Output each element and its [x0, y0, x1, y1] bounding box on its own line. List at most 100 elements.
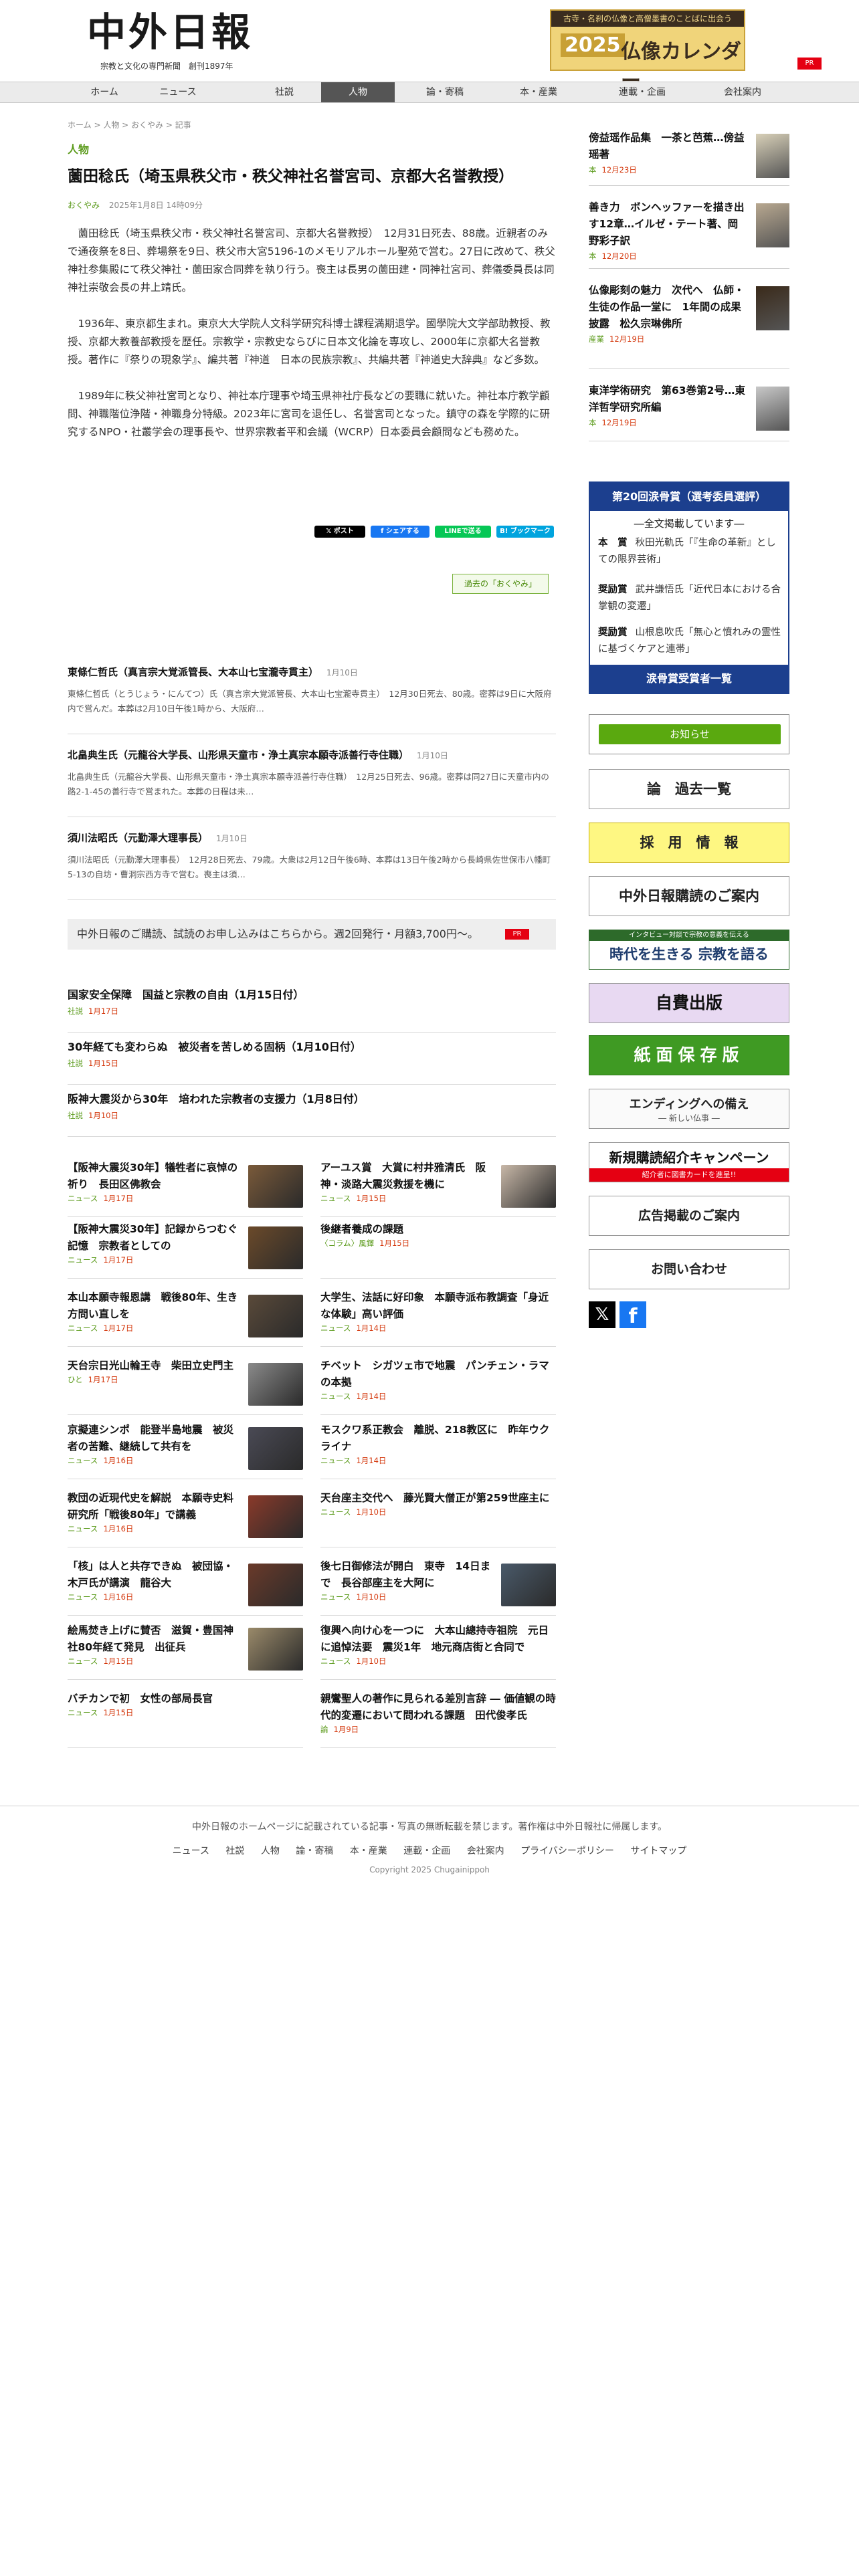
- footer-link[interactable]: 人物: [261, 1846, 280, 1856]
- news-grid-item[interactable]: 後継者養成の課題 〈コラム〉風鐸 1月15日: [320, 1221, 556, 1279]
- news-title[interactable]: 大学生、法話に好印象 本願寺派布教調査「身近な体験」高い評価: [320, 1289, 556, 1323]
- article-category[interactable]: おくやみ: [68, 201, 100, 210]
- news-title[interactable]: 【阪神大震災30年】記録からつむぐ記憶 宗教者としての: [68, 1221, 243, 1255]
- news-title[interactable]: アーユス賞 大賞に村井雅清氏 阪神・淡路大震災救援を機に: [320, 1160, 496, 1193]
- obituary-item[interactable]: 須川法昭氏（元勤澤大理事長） 1月10日 須川法昭氏（元勤澤大理事長） 12月28…: [68, 831, 556, 900]
- news-thumbnail[interactable]: [501, 1564, 556, 1606]
- subscription-guide-button[interactable]: 中外日報購読のご案内: [589, 876, 789, 916]
- news-title[interactable]: 本山本願寺報恩講 戦後80年、生き方問い直しを: [68, 1289, 243, 1323]
- dialogue-series-button[interactable]: インタビュー対談で宗教の意義を伝える 時代を生きる 宗教を語る: [589, 930, 789, 970]
- footer-link[interactable]: 論・寄稿: [296, 1846, 333, 1856]
- award-row-encouragement[interactable]: 奨励賞 武井謙悟氏「近代日本における合掌観の変遷」: [598, 582, 781, 615]
- news-thumbnail[interactable]: [248, 1564, 303, 1606]
- ranking-book-cover[interactable]: [756, 134, 789, 178]
- news-grid-item[interactable]: チベット シガツェ市で地震 パンチェン・ラマの本拠 ニュース 1月14日: [320, 1358, 556, 1415]
- footer-link[interactable]: 社説: [225, 1846, 244, 1856]
- advertising-guide-button[interactable]: 広告掲載のご案内: [589, 1196, 789, 1236]
- news-grid-item[interactable]: 「核」は人と共存できぬ 被団協・木戸氏が講演 龍谷大 ニュース 1月16日: [68, 1558, 303, 1616]
- news-grid-item[interactable]: 親鸞聖人の著作に見られる差別言辞 ― 価値観の時代的変遷において問われる課題 田…: [320, 1691, 556, 1748]
- news-thumbnail[interactable]: [248, 1495, 303, 1538]
- news-thumbnail[interactable]: [248, 1226, 303, 1269]
- facebook-social-icon[interactable]: f: [619, 1301, 646, 1328]
- breadcrumb-people[interactable]: 人物: [103, 120, 119, 130]
- footer-link[interactable]: ニュース: [173, 1846, 209, 1856]
- news-grid-item[interactable]: モスクワ系正教会 離脱、218教区に 昨年ウクライナ ニュース 1月14日: [320, 1422, 556, 1479]
- ranking-book-cover[interactable]: [756, 286, 789, 330]
- nav-news[interactable]: ニュース: [141, 82, 215, 102]
- nav-opinion[interactable]: 論・寄稿: [408, 82, 482, 102]
- news-title[interactable]: チベット シガツェ市で地震 パンチェン・ラマの本拠: [320, 1358, 556, 1391]
- award-row-encouragement[interactable]: 奨励賞 山根息吹氏「無心と憤れみの霊性に基づくケアと連帯」: [598, 625, 781, 658]
- news-title[interactable]: 京擬連シンポ 能登半島地震 被災者の苦難、継続して共有を: [68, 1422, 243, 1455]
- campaign-button[interactable]: 新規購読紹介キャンペーン 紹介者に図書カードを進呈!!: [589, 1142, 789, 1182]
- footer-link[interactable]: プライバシーポリシー: [520, 1846, 614, 1856]
- breadcrumb-obituary[interactable]: おくやみ: [131, 120, 163, 130]
- x-social-icon[interactable]: 𝕏: [589, 1301, 615, 1328]
- news-grid-item[interactable]: 後七日御修法が開白 東寺 14日まで 長谷部座主を大阿に ニュース 1月10日: [320, 1558, 556, 1616]
- award-header[interactable]: 第20回涙骨賞（選考委員選評）: [590, 483, 788, 511]
- ranking-item[interactable]: 仏像彫刻の魅力 次代へ 仏師・生徒の作品一堂に 1年間の成果披露 松久宗琳佛所産…: [589, 282, 789, 369]
- news-thumbnail[interactable]: [501, 1165, 556, 1208]
- news-title[interactable]: 「核」は人と共存できぬ 被団協・木戸氏が講演 龍谷大: [68, 1558, 243, 1592]
- ranking-title[interactable]: 傍益瑶作品集 一茶と芭蕉…傍益瑶著: [589, 130, 747, 163]
- obituary-item[interactable]: 東條仁哲氏（真言宗大覚派管長、大本山七宝瀧寺貫主） 1月10日 東條仁哲氏（とうじ…: [68, 665, 556, 734]
- footer-link[interactable]: サイトマップ: [630, 1846, 686, 1856]
- award-row-main[interactable]: 本 賞秋田光軌氏「『生命の革新』としての限界芸術」: [598, 535, 781, 568]
- news-thumbnail[interactable]: [248, 1363, 303, 1406]
- editorial-item[interactable]: 阪神大震災から30年 培われた宗教者の支援力（1月8日付） 社説 1月10日: [68, 1086, 556, 1137]
- news-grid-item[interactable]: バチカンで初 女性の部局長官 ニュース 1月15日: [68, 1691, 303, 1748]
- editorial-title[interactable]: 阪神大震災から30年 培われた宗教者の支援力（1月8日付）: [68, 1090, 365, 1106]
- news-title[interactable]: 絵馬焚き上げに賛否 滋賀・豊国神社80年経て発見 出征兵: [68, 1622, 243, 1656]
- news-grid-item[interactable]: 天台宗日光山輪王寺 柴田立史門主 ひと 1月17日: [68, 1358, 303, 1415]
- news-grid-item[interactable]: 教団の近現代史を解説 本願寺史料研究所「戦後80年」で講義 ニュース 1月16日: [68, 1490, 303, 1547]
- hatena-bookmark-button[interactable]: B! ブックマーク: [496, 526, 554, 538]
- facebook-share-button[interactable]: f シェアする: [371, 526, 430, 538]
- ranking-item[interactable]: 善き力 ボンヘッファーを描き出す12章…イルゼ・テート著、岡野彩子訳本 12月20…: [589, 199, 789, 269]
- archive-edition-button[interactable]: 紙面保存版: [589, 1035, 789, 1075]
- news-title[interactable]: 教団の近現代史を解説 本願寺史料研究所「戦後80年」で講義: [68, 1490, 243, 1523]
- ranking-title[interactable]: 仏像彫刻の魅力 次代へ 仏師・生徒の作品一堂に 1年間の成果披露 松久宗琳佛所: [589, 282, 747, 332]
- ranking-book-cover[interactable]: [756, 203, 789, 247]
- opinion-archive-button[interactable]: 論 過去一覧: [589, 769, 789, 809]
- nav-books[interactable]: 本・産業: [502, 82, 575, 102]
- subscribe-banner[interactable]: 中外日報のご購読、試読のお申し込みはこちらから。週2回発行・月額3,700円〜。…: [68, 919, 556, 950]
- news-title[interactable]: 後七日御修法が開白 東寺 14日まで 長谷部座主を大阿に: [320, 1558, 496, 1592]
- news-grid-item[interactable]: アーユス賞 大賞に村井雅清氏 阪神・淡路大震災救援を機に ニュース 1月15日: [320, 1160, 556, 1217]
- breadcrumb-home[interactable]: ホーム: [68, 120, 92, 130]
- editorial-item[interactable]: 国家安全保障 国益と宗教の自由（1月15日付） 社説 1月17日: [68, 982, 556, 1033]
- ranking-title[interactable]: 東洋学術研究 第63巻第2号…東洋哲学研究所編: [589, 383, 747, 416]
- nav-home[interactable]: ホーム: [68, 82, 141, 102]
- award-winners-link[interactable]: 涙骨賞受賞者一覧: [590, 665, 788, 693]
- ranking-item[interactable]: 東洋学術研究 第63巻第2号…東洋哲学研究所編本 12月19日: [589, 383, 789, 441]
- news-title[interactable]: 復興へ向け心を一つに 大本山總持寺祖院 元日に追悼法要 震災1年 地元商店街と合…: [320, 1622, 556, 1656]
- nav-people[interactable]: 人物: [321, 82, 395, 102]
- news-title[interactable]: 親鸞聖人の著作に見られる差別言辞 ― 価値観の時代的変遷において問われる課題 田…: [320, 1691, 556, 1724]
- editorial-item[interactable]: 30年経ても変わらぬ 被災者を苦しめる固柄（1月10日付） 社説 1月15日: [68, 1034, 556, 1085]
- line-share-button[interactable]: LINEで送る: [435, 526, 491, 538]
- award-box[interactable]: 第20回涙骨賞（選考委員選評） ―全文掲載しています― 本 賞秋田光軌氏「『生命…: [589, 481, 789, 694]
- nav-company[interactable]: 会社案内: [702, 82, 783, 102]
- ending-preparation-button[interactable]: エンディングへの備え ― 新しい仏事 ―: [589, 1089, 789, 1129]
- news-thumbnail[interactable]: [248, 1165, 303, 1208]
- news-grid-item[interactable]: 絵馬焚き上げに賛否 滋賀・豊国神社80年経て発見 出征兵 ニュース 1月15日: [68, 1622, 303, 1680]
- obituary-item[interactable]: 北畠典生氏（元龍谷大学長、山形県天童市・浄土真宗本願寺派善行寺住職） 1月10日 …: [68, 748, 556, 817]
- footer-link[interactable]: 本・産業: [350, 1846, 387, 1856]
- news-title[interactable]: 天台座主交代へ 藤光賢大僧正が第259世座主に: [320, 1490, 556, 1507]
- nav-series[interactable]: 連載・企画: [602, 82, 682, 102]
- obituary-title[interactable]: 須川法昭氏（元勤澤大理事長）: [68, 832, 208, 844]
- news-title[interactable]: バチカンで初 女性の部局長官: [68, 1691, 303, 1707]
- news-title[interactable]: 後継者養成の課題: [320, 1221, 556, 1238]
- recruit-button[interactable]: 採 用 情 報: [589, 823, 789, 863]
- news-thumbnail[interactable]: [248, 1427, 303, 1470]
- x-post-button[interactable]: 𝕏 ポスト: [314, 526, 365, 538]
- contact-button[interactable]: お問い合わせ: [589, 1249, 789, 1289]
- calendar-banner[interactable]: 古寺・名刹の仏像と高僧墨書のことばに出会う 2025 仏像カレンダー: [550, 9, 745, 93]
- editorial-title[interactable]: 30年経ても変わらぬ 被災者を苦しめる固柄（1月10日付）: [68, 1038, 361, 1054]
- nav-editorial[interactable]: 社説: [248, 82, 321, 102]
- editorial-title[interactable]: 国家安全保障 国益と宗教の自由（1月15日付）: [68, 986, 304, 1002]
- site-logo[interactable]: 中外日報: [87, 12, 253, 52]
- news-grid-item[interactable]: 本山本願寺報恩講 戦後80年、生き方問い直しを ニュース 1月17日: [68, 1289, 303, 1347]
- news-thumbnail[interactable]: [248, 1295, 303, 1337]
- obituary-title[interactable]: 東條仁哲氏（真言宗大覚派管長、大本山七宝瀧寺貫主）: [68, 666, 318, 678]
- past-obituaries-link[interactable]: 過去の「おくやみ」: [452, 574, 549, 594]
